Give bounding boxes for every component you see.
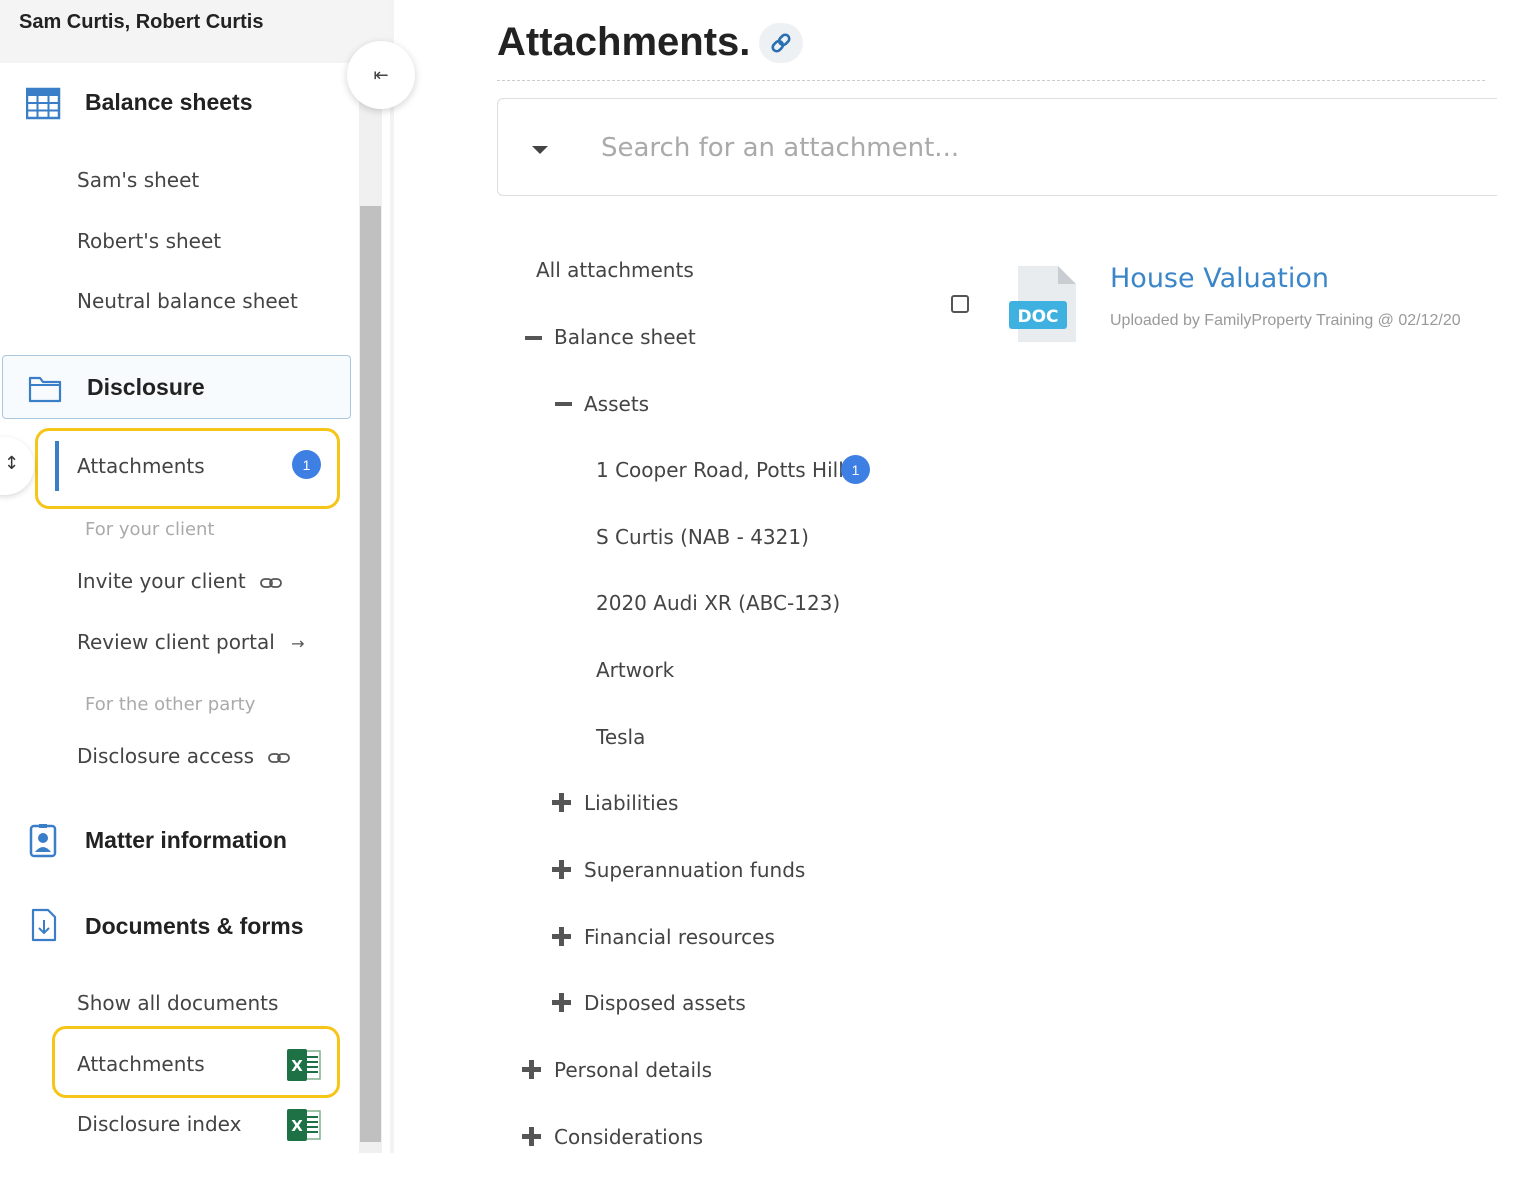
document-download-icon — [31, 908, 57, 942]
sidebar-scrollbar-thumb[interactable] — [360, 206, 381, 1142]
sidebar-item-neutral-sheet[interactable]: Neutral balance sheet — [77, 289, 298, 313]
expand-plus-icon[interactable] — [521, 1059, 541, 1079]
tree-item-asset[interactable]: Artwork — [596, 658, 674, 682]
caret-down-icon[interactable] — [532, 146, 548, 154]
table-grid-icon — [26, 87, 61, 120]
review-portal-label: Review client portal — [77, 630, 275, 654]
sidebar-item-show-all-documents[interactable]: Show all documents — [77, 991, 278, 1015]
page-title: Attachments. — [497, 20, 751, 64]
tree-item-liabilities[interactable]: Liabilities — [584, 791, 678, 815]
link-icon — [771, 33, 791, 53]
section-label: Balance sheets — [85, 89, 253, 115]
tree-item-asset[interactable]: S Curtis (NAB - 4321) — [596, 525, 809, 549]
for-other-party-label: For the other party — [85, 694, 256, 715]
sidebar-item-sams-sheet[interactable]: Sam's sheet — [77, 168, 199, 192]
highlight-annotation — [52, 1026, 340, 1098]
arrow-right-icon: → — [291, 634, 305, 653]
sidebar: Sam Curtis, Robert Curtis Balance sheets… — [0, 0, 390, 1153]
tree-item-asset[interactable]: 2020 Audi XR (ABC-123) — [596, 591, 840, 615]
tree-item-asset[interactable]: 1 Cooper Road, Potts Hill... — [596, 458, 863, 482]
tree-item-disposed-assets[interactable]: Disposed assets — [584, 991, 746, 1015]
tree-item-all-attachments[interactable]: All attachments — [536, 258, 694, 282]
sidebar-header: Sam Curtis, Robert Curtis — [0, 0, 390, 63]
id-badge-icon — [29, 824, 57, 858]
tree-item-asset[interactable]: Tesla — [596, 725, 645, 749]
link-icon — [260, 577, 282, 588]
section-label: Matter information — [85, 827, 287, 853]
disclosure-access-label: Disclosure access — [77, 744, 255, 768]
expand-plus-icon[interactable] — [521, 1126, 541, 1146]
doc-type-label: DOC — [1017, 307, 1058, 327]
copy-link-button[interactable] — [759, 23, 803, 63]
collapse-left-icon: ⇤ — [373, 64, 389, 86]
expand-plus-icon[interactable] — [551, 992, 571, 1012]
section-label: Documents & forms — [85, 913, 304, 939]
file-upload-meta: Uploaded by FamilyProperty Training @ 02… — [1110, 312, 1461, 329]
folder-icon — [28, 376, 62, 403]
collapse-sidebar-button[interactable]: ⇤ — [347, 41, 415, 109]
collapse-minus-icon[interactable] — [524, 328, 544, 348]
title-divider — [497, 80, 1485, 81]
svg-text:X: X — [291, 1117, 303, 1135]
client-names: Sam Curtis, Robert Curtis — [19, 11, 264, 33]
for-client-label: For your client — [85, 519, 215, 540]
sidebar-item-disclosure-access[interactable]: Disclosure access — [77, 744, 291, 768]
expand-plus-icon[interactable] — [551, 926, 571, 946]
sidebar-item-roberts-sheet[interactable]: Robert's sheet — [77, 229, 221, 253]
excel-icon[interactable]: X — [286, 1108, 322, 1142]
tree-item-superannuation[interactable]: Superannuation funds — [584, 858, 805, 882]
search-input[interactable] — [601, 126, 1485, 170]
tree-item-personal-details[interactable]: Personal details — [554, 1058, 712, 1082]
expand-plus-icon[interactable] — [551, 859, 571, 879]
tree-item-balance-sheet[interactable]: Balance sheet — [554, 325, 696, 349]
section-disclosure[interactable]: Disclosure — [2, 355, 351, 419]
invite-client-label: Invite your client — [77, 569, 246, 593]
tree-item-considerations[interactable]: Considerations — [554, 1125, 703, 1149]
doc-file-icon[interactable]: DOC — [1008, 265, 1078, 345]
file-title-link[interactable]: House Valuation — [1110, 263, 1329, 294]
sidebar-divider — [390, 0, 394, 1153]
file-select-checkbox[interactable] — [951, 295, 969, 313]
sidebar-item-invite-client[interactable]: Invite your client — [77, 569, 282, 593]
asset-count-badge: 1 — [841, 455, 870, 484]
tree-item-assets[interactable]: Assets — [584, 392, 649, 416]
resize-vertical-icon: ↕ — [4, 453, 20, 474]
tree-item-financial-resources[interactable]: Financial resources — [584, 925, 775, 949]
highlight-annotation — [35, 428, 340, 509]
collapse-minus-icon[interactable] — [554, 394, 574, 414]
sidebar-item-disclosure-index[interactable]: Disclosure index — [77, 1112, 241, 1136]
section-label: Disclosure — [87, 374, 205, 400]
link-icon — [268, 752, 291, 763]
sidebar-item-review-portal[interactable]: Review client portal → — [77, 630, 305, 654]
expand-plus-icon[interactable] — [551, 792, 571, 812]
